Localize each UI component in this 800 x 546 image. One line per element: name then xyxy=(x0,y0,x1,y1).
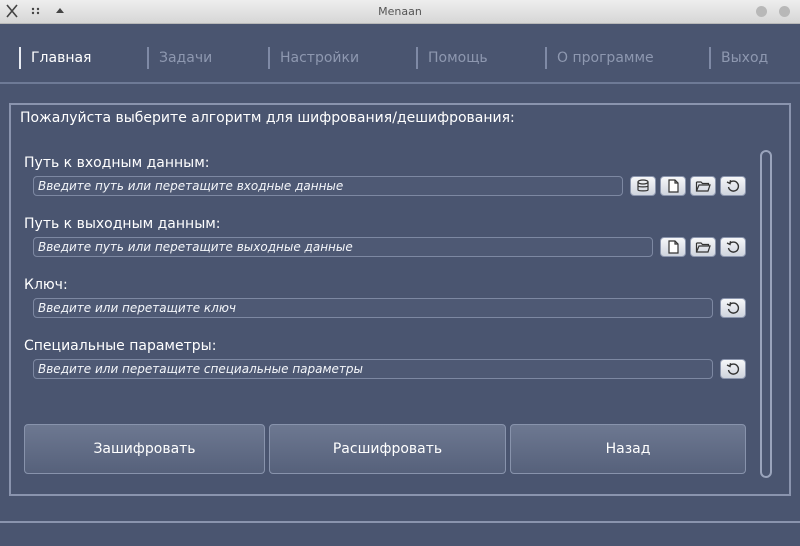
folder-open-icon xyxy=(695,242,711,253)
special-reset-button[interactable] xyxy=(720,359,746,379)
input-path-field[interactable] xyxy=(33,176,623,196)
decrypt-button[interactable]: Расшифровать xyxy=(269,424,506,474)
reset-icon xyxy=(726,241,740,253)
folder-open-icon xyxy=(695,181,711,192)
back-button[interactable]: Назад xyxy=(510,424,746,474)
output-file-button[interactable] xyxy=(660,237,686,257)
output-reset-button[interactable] xyxy=(720,237,746,257)
database-button[interactable] xyxy=(630,176,656,196)
nav-item-tasks[interactable]: Задачи xyxy=(147,47,212,69)
bottom-divider xyxy=(0,521,800,523)
database-icon xyxy=(637,179,649,192)
input-reset-button[interactable] xyxy=(720,176,746,196)
input-folder-button[interactable] xyxy=(690,176,716,196)
special-params-label: Специальные параметры: xyxy=(24,338,217,354)
close-button[interactable] xyxy=(779,6,790,17)
window-controls xyxy=(756,6,790,17)
encrypt-button[interactable]: Зашифровать xyxy=(24,424,265,474)
output-path-label: Путь к выходным данным: xyxy=(24,216,221,232)
vertical-scrollbar[interactable] xyxy=(760,150,772,478)
main-nav: Главная Задачи Настройки Помощь О програ… xyxy=(0,24,800,84)
algorithm-prompt: Пожалуйста выберите алгоритм для шифрова… xyxy=(20,110,515,126)
nav-item-settings[interactable]: Настройки xyxy=(268,47,359,69)
input-path-label: Путь к входным данным: xyxy=(24,155,210,171)
reset-icon xyxy=(726,363,740,375)
nav-item-home[interactable]: Главная xyxy=(19,47,91,69)
output-path-field[interactable] xyxy=(33,237,653,257)
key-field[interactable] xyxy=(33,298,713,318)
key-label: Ключ: xyxy=(24,277,68,293)
input-file-button[interactable] xyxy=(660,176,686,196)
file-icon xyxy=(668,179,679,193)
nav-item-help[interactable]: Помощь xyxy=(416,47,488,69)
nav-item-exit[interactable]: Выход xyxy=(709,47,768,69)
title-bar: Menaan xyxy=(0,0,800,24)
window-title: Menaan xyxy=(378,5,422,18)
reset-icon xyxy=(726,302,740,314)
key-reset-button[interactable] xyxy=(720,298,746,318)
special-params-field[interactable] xyxy=(33,359,713,379)
minimize-button[interactable] xyxy=(756,6,767,17)
reset-icon xyxy=(726,180,740,192)
nav-item-about[interactable]: О программе xyxy=(545,47,654,69)
output-folder-button[interactable] xyxy=(690,237,716,257)
file-icon xyxy=(668,240,679,254)
